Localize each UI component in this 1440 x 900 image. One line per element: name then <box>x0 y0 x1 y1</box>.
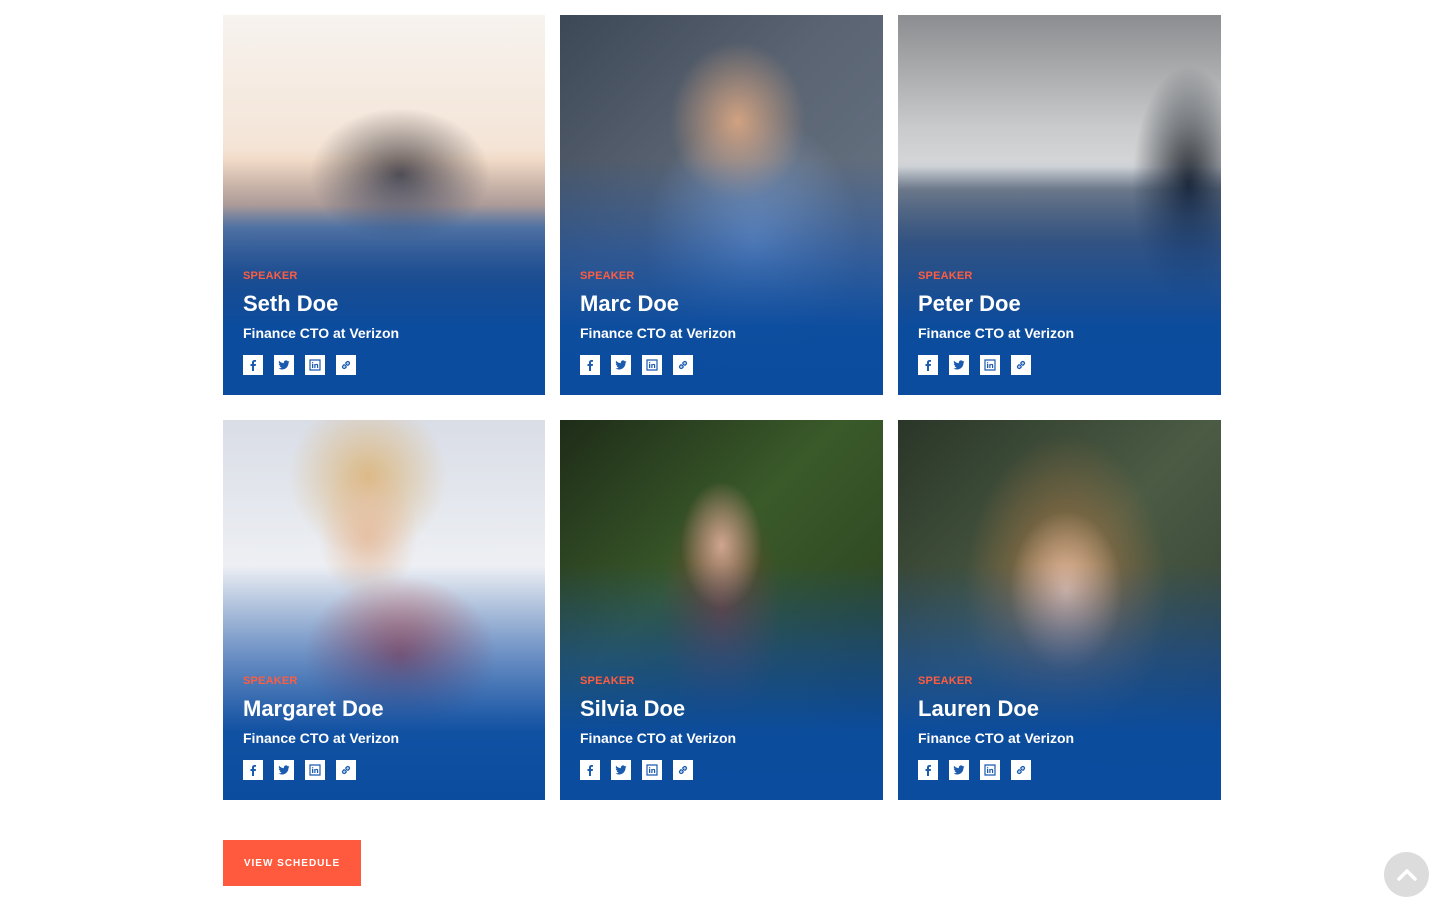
link-icon[interactable] <box>336 760 356 780</box>
speaker-role: SPEAKER <box>243 675 298 687</box>
speaker-title: Finance CTO at Verizon <box>580 325 737 341</box>
linkedin-icon[interactable] <box>642 355 662 375</box>
linkedin-icon[interactable] <box>305 760 325 780</box>
twitter-icon[interactable] <box>949 760 969 780</box>
link-icon[interactable] <box>673 355 693 375</box>
facebook-icon[interactable] <box>580 355 600 375</box>
speaker-title: Finance CTO at Verizon <box>243 730 400 746</box>
twitter-icon[interactable] <box>611 760 631 780</box>
speaker-name[interactable]: Silvia Doe <box>580 696 863 722</box>
speaker-title: Finance CTO at Verizon <box>580 730 737 746</box>
view-schedule-button[interactable]: VIEW SCHEDULE <box>223 840 361 886</box>
facebook-icon[interactable] <box>243 355 263 375</box>
speaker-title: Finance CTO at Verizon <box>243 325 400 341</box>
speaker-name[interactable]: Peter Doe <box>918 291 1201 317</box>
speaker-role: SPEAKER <box>918 675 973 687</box>
speaker-role: SPEAKER <box>918 270 973 282</box>
speaker-info: SPEAKER Lauren Doe Finance CTO at Verizo… <box>918 675 1201 780</box>
linkedin-icon[interactable] <box>980 760 1000 780</box>
speaker-info: SPEAKER Peter Doe Finance CTO at Verizon <box>918 270 1201 375</box>
speaker-card: SPEAKER Peter Doe Finance CTO at Verizon <box>898 15 1221 395</box>
social-links <box>243 760 525 780</box>
link-icon[interactable] <box>1011 355 1031 375</box>
speaker-name[interactable]: Lauren Doe <box>918 696 1201 722</box>
social-links <box>918 355 1201 375</box>
speaker-title: Finance CTO at Verizon <box>918 325 1075 341</box>
link-icon[interactable] <box>336 355 356 375</box>
speaker-info: SPEAKER Margaret Doe Finance CTO at Veri… <box>243 675 525 780</box>
link-icon[interactable] <box>673 760 693 780</box>
speaker-name[interactable]: Margaret Doe <box>243 696 525 722</box>
facebook-icon[interactable] <box>243 760 263 780</box>
twitter-icon[interactable] <box>611 355 631 375</box>
social-links <box>580 760 863 780</box>
facebook-icon[interactable] <box>918 355 938 375</box>
speaker-info: SPEAKER Marc Doe Finance CTO at Verizon <box>580 270 863 375</box>
speaker-role: SPEAKER <box>243 270 298 282</box>
social-links <box>918 760 1201 780</box>
social-links <box>580 355 863 375</box>
speakers-grid: SPEAKER Seth Doe Finance CTO at Verizon … <box>223 15 1221 800</box>
speaker-card: SPEAKER Margaret Doe Finance CTO at Veri… <box>223 420 545 800</box>
speaker-card: SPEAKER Marc Doe Finance CTO at Verizon <box>560 15 883 395</box>
twitter-icon[interactable] <box>274 355 294 375</box>
linkedin-icon[interactable] <box>642 760 662 780</box>
linkedin-icon[interactable] <box>980 355 1000 375</box>
speaker-role: SPEAKER <box>580 270 635 282</box>
linkedin-icon[interactable] <box>305 355 325 375</box>
speaker-card: SPEAKER Lauren Doe Finance CTO at Verizo… <box>898 420 1221 800</box>
social-links <box>243 355 525 375</box>
chevron-up-icon <box>1396 868 1417 881</box>
facebook-icon[interactable] <box>918 760 938 780</box>
twitter-icon[interactable] <box>949 355 969 375</box>
speaker-card: SPEAKER Silvia Doe Finance CTO at Verizo… <box>560 420 883 800</box>
speaker-info: SPEAKER Seth Doe Finance CTO at Verizon <box>243 270 525 375</box>
speaker-title: Finance CTO at Verizon <box>918 730 1075 746</box>
speaker-name[interactable]: Seth Doe <box>243 291 525 317</box>
scroll-to-top-button[interactable] <box>1384 852 1429 897</box>
speaker-info: SPEAKER Silvia Doe Finance CTO at Verizo… <box>580 675 863 780</box>
twitter-icon[interactable] <box>274 760 294 780</box>
speaker-name[interactable]: Marc Doe <box>580 291 863 317</box>
speaker-role: SPEAKER <box>580 675 635 687</box>
facebook-icon[interactable] <box>580 760 600 780</box>
speaker-card: SPEAKER Seth Doe Finance CTO at Verizon <box>223 15 545 395</box>
link-icon[interactable] <box>1011 760 1031 780</box>
